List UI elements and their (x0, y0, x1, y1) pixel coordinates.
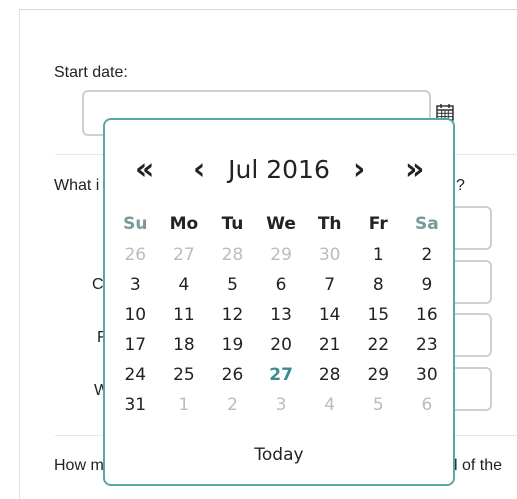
question2-label: How m (54, 457, 104, 474)
day-cell[interactable]: 2 (403, 240, 452, 270)
day-cell[interactable]: 28 (208, 240, 257, 270)
week-row: 24 25 26 27 28 29 30 (111, 360, 451, 390)
row-label-c: C (92, 276, 104, 293)
day-cell[interactable]: 3 (257, 390, 306, 420)
day-cell[interactable]: 9 (403, 270, 452, 300)
calendar-grid: Su Mo Tu We Th Fr Sa 26 27 28 29 30 1 2 3 4 5 6 7 8 9… (111, 208, 451, 420)
day-cell[interactable]: 30 (305, 240, 354, 270)
day-cell[interactable]: 8 (354, 270, 403, 300)
week-row: 3456789 (111, 270, 451, 300)
month-year-title[interactable]: Jul 2016 (105, 150, 453, 190)
datepicker-header: « ‹ Jul 2016 › » (105, 150, 453, 190)
day-cell[interactable]: 12 (208, 300, 257, 330)
start-date-label: Start date: (54, 64, 128, 81)
day-cell[interactable]: 18 (160, 330, 209, 360)
day-cell[interactable]: 29 (354, 360, 403, 390)
day-cell[interactable]: 10 (111, 300, 160, 330)
day-cell[interactable]: 24 (111, 360, 160, 390)
weekday-header: Sa (415, 214, 439, 234)
week-row: 10 11 12 13 14 15 16 (111, 300, 451, 330)
day-cell[interactable]: 1 (354, 240, 403, 270)
week-row: 26 27 28 29 30 1 2 (111, 240, 451, 270)
day-cell[interactable]: 29 (257, 240, 306, 270)
question1-suffix: ? (456, 177, 465, 194)
weekday-header-row: Su Mo Tu We Th Fr Sa (111, 208, 451, 240)
day-cell[interactable]: 14 (305, 300, 354, 330)
day-cell[interactable]: 4 (160, 270, 209, 300)
day-cell-today[interactable]: 27 (257, 360, 306, 390)
day-cell[interactable]: 6 (257, 270, 306, 300)
day-cell[interactable]: 15 (354, 300, 403, 330)
weekday-header: Su (123, 214, 148, 234)
week-row: 31 1 2 3 4 5 6 (111, 390, 451, 420)
day-cell[interactable]: 4 (305, 390, 354, 420)
day-cell[interactable]: 17 (111, 330, 160, 360)
day-cell[interactable]: 3 (111, 270, 160, 300)
day-cell[interactable]: 11 (160, 300, 209, 330)
day-cell[interactable]: 30 (403, 360, 452, 390)
weekday-header: Th (317, 214, 342, 234)
day-cell[interactable]: 21 (305, 330, 354, 360)
day-cell[interactable]: 23 (403, 330, 452, 360)
day-cell[interactable]: 27 (160, 240, 209, 270)
day-cell[interactable]: 6 (403, 390, 452, 420)
day-cell[interactable]: 26 (111, 240, 160, 270)
day-cell[interactable]: 28 (305, 360, 354, 390)
day-cell[interactable]: 2 (208, 390, 257, 420)
day-cell[interactable]: 16 (403, 300, 452, 330)
weekday-header: Fr (368, 214, 388, 234)
day-cell[interactable]: 5 (208, 270, 257, 300)
question2-suffix: l of the (454, 457, 503, 474)
day-cell[interactable]: 31 (111, 390, 160, 420)
question1-label: What i (54, 177, 100, 194)
day-cell[interactable]: 25 (160, 360, 209, 390)
day-cell[interactable]: 26 (208, 360, 257, 390)
today-button[interactable]: Today (105, 445, 453, 465)
day-cell[interactable]: 13 (257, 300, 306, 330)
next-month-button[interactable]: › (353, 150, 365, 190)
day-cell[interactable]: 7 (305, 270, 354, 300)
week-row: 17 18 19 20 21 22 23 (111, 330, 451, 360)
weekday-header: Tu (221, 214, 244, 234)
weekday-header: We (266, 214, 296, 234)
day-cell[interactable]: 20 (257, 330, 306, 360)
day-cell[interactable]: 1 (160, 390, 209, 420)
next-year-button[interactable]: » (405, 150, 424, 190)
datepicker-popup: « ‹ Jul 2016 › » Su Mo Tu We Th Fr Sa 26… (103, 118, 455, 486)
day-cell[interactable]: 22 (354, 330, 403, 360)
day-cell[interactable]: 5 (354, 390, 403, 420)
weekday-header: Mo (169, 214, 199, 234)
day-cell[interactable]: 19 (208, 330, 257, 360)
